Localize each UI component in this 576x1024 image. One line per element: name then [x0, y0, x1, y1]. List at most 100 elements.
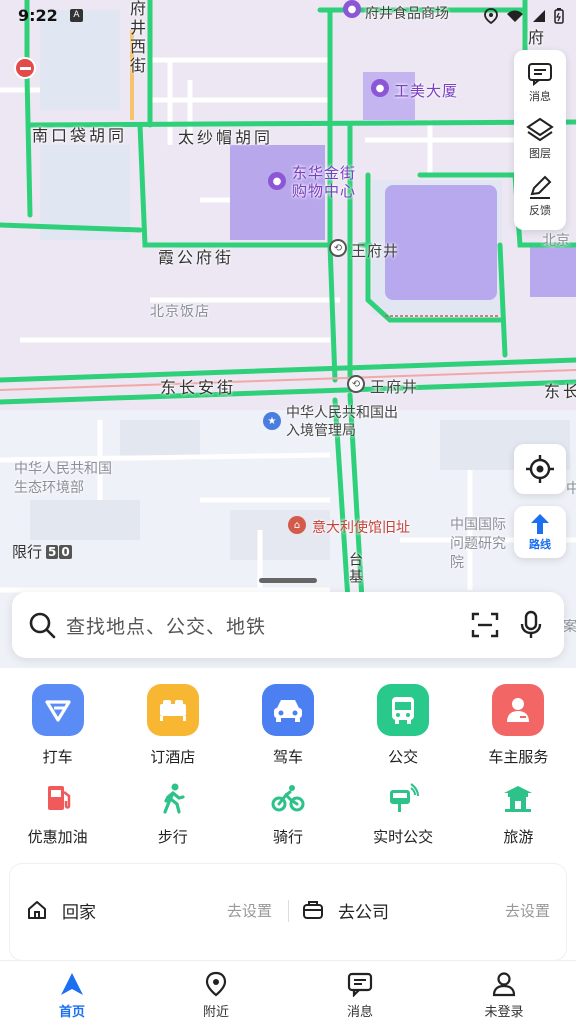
- government-icon: ★: [263, 412, 281, 430]
- go-work-label: 去公司: [338, 902, 389, 923]
- scan-icon: [471, 612, 499, 638]
- service-taxi-label: 打车: [42, 748, 73, 766]
- go-work-set-link[interactable]: 去设置: [505, 900, 550, 921]
- nav-messages-label: 消息: [346, 1005, 373, 1020]
- service-bus[interactable]: 公交: [346, 684, 461, 767]
- map-view[interactable]: 9:22 A 府井西街 府井食品商场 ● 工美大厦 ● 南口袋胡同 太纱帽胡同 …: [0, 0, 576, 680]
- battery-icon: [554, 8, 564, 24]
- map-label-dongfang[interactable]: 东华金街购物中心: [292, 164, 362, 200]
- map-label-beijing-right[interactable]: 北京: [542, 230, 570, 250]
- navigation-arrow-icon: [61, 973, 83, 995]
- bike-icon: [268, 778, 308, 818]
- bus-icon: [377, 684, 430, 736]
- map-label-dongchang-right[interactable]: 东长: [544, 378, 576, 402]
- nav-nearby[interactable]: 附近: [144, 961, 288, 1024]
- traffic-limit[interactable]: 限行 5 0: [12, 541, 72, 562]
- voice-button[interactable]: [514, 608, 548, 642]
- location-pin-icon: [205, 971, 227, 997]
- search-bar[interactable]: 查找地点、公交、地铁: [12, 592, 564, 658]
- map-label-china-research[interactable]: 中国国际问题研究院: [450, 516, 510, 573]
- map-label-taiji[interactable]: 台基: [345, 552, 365, 586]
- nav-home[interactable]: 首页: [0, 961, 144, 1024]
- map-tool-panel: 消息 图层 反馈: [514, 50, 566, 230]
- locate-button[interactable]: [514, 444, 566, 494]
- nav-messages[interactable]: 消息: [288, 961, 432, 1024]
- map-label-wfj-station-2[interactable]: 王府井: [370, 376, 418, 397]
- service-realtime-bus[interactable]: 实时公交: [346, 778, 461, 847]
- limit-num-1: 5: [46, 544, 59, 559]
- map-label-wfj-station-1[interactable]: 王府井: [351, 240, 399, 261]
- status-time: 9:22: [18, 6, 58, 25]
- go-work-shortcut[interactable]: 去公司 去设置: [302, 892, 550, 928]
- service-bus-label: 公交: [388, 748, 419, 766]
- briefcase-icon: [303, 901, 323, 919]
- microphone-icon: [520, 610, 542, 638]
- map-label-bottom-right[interactable]: 案: [563, 616, 576, 636]
- service-owner[interactable]: 车主服务: [461, 684, 576, 767]
- service-drive[interactable]: 驾车: [230, 684, 345, 767]
- wifi-icon: [507, 10, 523, 22]
- service-taxi[interactable]: 打车: [0, 684, 115, 767]
- layers-tool-button[interactable]: 图层: [526, 117, 554, 161]
- service-hotel-label: 订酒店: [150, 748, 196, 766]
- shopping-bag-icon: ●: [371, 79, 389, 97]
- subway-station-icon-2: ⟲: [347, 375, 365, 393]
- notification-a-icon: A: [70, 9, 83, 22]
- map-label-beijing-fandian[interactable]: 北京饭店: [150, 301, 210, 321]
- no-entry-icon: [14, 57, 36, 79]
- shortcut-card: 回家 去设置 去公司 去设置: [10, 864, 566, 960]
- bottom-nav: 首页 附近 消息 未登录: [0, 960, 576, 1024]
- service-drive-label: 驾车: [272, 748, 303, 766]
- route-button[interactable]: 路线: [514, 506, 566, 558]
- subway-station-icon: ⟲: [329, 239, 347, 257]
- realtime-bus-icon: [383, 778, 423, 818]
- service-fuel[interactable]: 优惠加油: [0, 778, 115, 847]
- nav-account[interactable]: 未登录: [432, 961, 576, 1024]
- nav-home-label: 首页: [58, 1005, 85, 1020]
- landmark-icon: ⌂: [288, 516, 306, 534]
- location-status-icon: [484, 8, 498, 24]
- map-label-nankou[interactable]: 南口袋胡同: [32, 122, 127, 146]
- car-icon: [261, 684, 314, 736]
- go-home-shortcut[interactable]: 回家 去设置: [26, 892, 272, 928]
- shortcut-divider: [288, 900, 289, 922]
- walk-icon: [153, 778, 193, 818]
- travel-icon: [498, 778, 538, 818]
- messages-tool-label: 消息: [529, 90, 551, 104]
- service-hotel[interactable]: 订酒店: [115, 684, 230, 767]
- go-home-label: 回家: [62, 902, 96, 923]
- home-icon: [28, 901, 46, 919]
- map-label-right-edge[interactable]: 中: [566, 478, 576, 498]
- map-label-gongmei[interactable]: 工美大厦: [394, 80, 458, 101]
- service-travel[interactable]: 旅游: [461, 778, 576, 847]
- scan-button[interactable]: [468, 608, 502, 642]
- map-label-dongchangan[interactable]: 东长安街: [160, 374, 236, 398]
- service-walk[interactable]: 步行: [115, 778, 230, 847]
- traffic-limit-label: 限行: [12, 543, 43, 561]
- nav-nearby-label: 附近: [202, 1005, 229, 1020]
- map-label-taijia[interactable]: 太纱帽胡同: [178, 124, 273, 148]
- map-label-italy[interactable]: 意大利使馆旧址: [312, 517, 410, 537]
- service-realtime-bus-label: 实时公交: [373, 828, 434, 846]
- search-icon: [29, 612, 56, 639]
- map-label-ecology[interactable]: 中华人民共和国生态环境部: [14, 460, 114, 498]
- go-home-set-link[interactable]: 去设置: [227, 900, 272, 921]
- feedback-tool-button[interactable]: 反馈: [527, 174, 553, 218]
- messages-tool-button[interactable]: 消息: [527, 62, 553, 104]
- user-icon: [492, 972, 516, 997]
- sheet-drag-handle[interactable]: [259, 578, 317, 583]
- map-label-exit-entry[interactable]: 中华人民共和国出入境管理局: [286, 404, 401, 440]
- taxi-icon: [31, 684, 84, 736]
- route-arrow-icon: [531, 514, 549, 534]
- search-input[interactable]: 查找地点、公交、地铁: [66, 612, 456, 639]
- map-label-xiagong[interactable]: 霞公府街: [158, 244, 234, 268]
- route-label: 路线: [529, 538, 551, 551]
- status-icons: [484, 8, 564, 24]
- signal-icon: [533, 10, 545, 22]
- services-row-primary: 打车 订酒店 驾车 公交 车主服务: [0, 684, 576, 767]
- service-bike[interactable]: 骑行: [230, 778, 345, 847]
- fuel-icon: [38, 778, 78, 818]
- owner-icon: [492, 684, 545, 736]
- message-icon: [528, 63, 552, 87]
- hotel-icon: [146, 684, 199, 736]
